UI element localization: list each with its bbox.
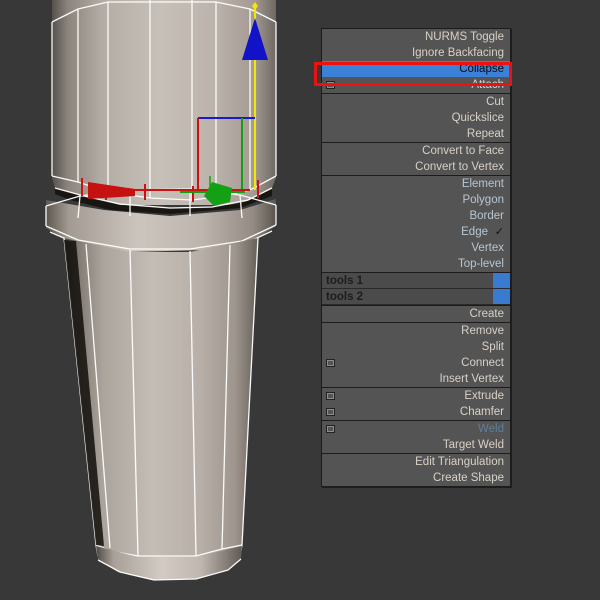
option-box-icon[interactable] (326, 425, 335, 433)
menu-item-element[interactable]: Element (322, 176, 510, 192)
menu-item-polygon[interactable]: Polygon (322, 192, 510, 208)
group-cut: Cut Quickslice Repeat (322, 94, 510, 143)
menu-item-split[interactable]: Split (322, 339, 510, 355)
menu-item-extrude[interactable]: Extrude (322, 388, 510, 404)
tool-row-color-swatch[interactable] (493, 273, 510, 288)
menu-item-attach[interactable]: Attach (322, 77, 510, 93)
menu-item-repeat[interactable]: Repeat (322, 126, 510, 142)
screenshot-root: NURMS Toggle Ignore Backfacing Collapse Att… (0, 0, 600, 600)
menu-item-label: Connect (461, 357, 504, 369)
option-box-icon[interactable] (326, 408, 335, 416)
menu-item-convert-to-face[interactable]: Convert to Face (322, 143, 510, 159)
menu-item-convert-to-vertex[interactable]: Convert to Vertex (322, 159, 510, 175)
menu-item-label: Insert Vertex (439, 373, 504, 385)
menu-item-label: Create Shape (433, 472, 504, 484)
tool-row-color-swatch[interactable] (493, 289, 510, 304)
menu-item-label: Top-level (457, 258, 504, 270)
menu-item-label: Weld (478, 423, 504, 435)
menu-item-create[interactable]: Create (322, 306, 510, 322)
tool-shortcut-rows: tools 1 tools 2 (322, 273, 510, 306)
tool-row-tools-1[interactable]: tools 1 (322, 273, 510, 289)
menu-item-connect[interactable]: Connect (322, 355, 510, 371)
menu-item-vertex[interactable]: Vertex (322, 240, 510, 256)
model-lower-body (63, 237, 259, 581)
menu-item-target-weld[interactable]: Target Weld (322, 437, 510, 453)
menu-item-chamfer[interactable]: Chamfer (322, 404, 510, 420)
menu-item-label: Edge (461, 226, 488, 238)
menu-item-edge[interactable]: Edge ✓ (322, 224, 510, 240)
menu-item-top-level[interactable]: Top-level (322, 256, 510, 272)
menu-item-label: Ignore Backfacing (411, 47, 504, 59)
menu-item-remove[interactable]: Remove (322, 323, 510, 339)
group-edge-ops: Remove Split Connect Insert Vertex (322, 323, 510, 388)
menu-item-label: NURMS Toggle (424, 31, 504, 43)
menu-item-label: Extrude (464, 390, 504, 402)
menu-item-label: Border (469, 210, 504, 222)
menu-item-weld: Weld (322, 421, 510, 437)
menu-item-quickslice[interactable]: Quickslice (322, 110, 510, 126)
group-convert: Convert to Face Convert to Vertex (322, 143, 510, 176)
check-icon: ✓ (494, 226, 504, 238)
menu-item-label: Create (469, 308, 504, 320)
tool-row-label: tools 2 (326, 291, 364, 303)
menu-item-label: Chamfer (459, 406, 504, 418)
group-extrude: Extrude Chamfer (322, 388, 510, 421)
menu-item-label: Cut (486, 96, 504, 108)
option-box-icon[interactable] (326, 392, 335, 400)
menu-item-label: Collapse (459, 63, 504, 75)
menu-item-ignore-backfacing[interactable]: Ignore Backfacing (322, 45, 510, 61)
menu-item-label: Polygon (462, 194, 504, 206)
menu-item-collapse[interactable]: Collapse (322, 61, 510, 77)
menu-item-edit-triangulation[interactable]: Edit Triangulation (322, 454, 510, 470)
group-create: Create (322, 306, 510, 323)
menu-item-label: Quickslice (451, 112, 504, 124)
menu-item-label: Split (481, 341, 504, 353)
menu-item-label: Target Weld (442, 439, 504, 451)
menu-item-label: Element (461, 178, 504, 190)
menu-item-label: Attach (471, 79, 504, 91)
menu-item-create-shape[interactable]: Create Shape (322, 470, 510, 486)
menu-item-border[interactable]: Border (322, 208, 510, 224)
group-shape: Edit Triangulation Create Shape (322, 454, 510, 486)
quad-menu[interactable]: NURMS Toggle Ignore Backfacing Collapse Att… (321, 28, 511, 487)
menu-item-label: Repeat (466, 128, 504, 140)
menu-item-insert-vertex[interactable]: Insert Vertex (322, 371, 510, 387)
menu-item-label: Remove (461, 325, 504, 337)
menu-item-label: Convert to Face (422, 145, 504, 157)
tool-row-label: tools 1 (326, 275, 364, 287)
menu-item-cut[interactable]: Cut (322, 94, 510, 110)
group-subobject: Element Polygon Border Edge ✓ Vertex Top-level (322, 176, 510, 273)
option-box-icon[interactable] (326, 359, 335, 367)
option-box-icon[interactable] (326, 81, 335, 89)
group-edit: NURMS Toggle Ignore Backfacing Collapse Att… (322, 29, 510, 94)
menu-item-label: Convert to Vertex (415, 161, 504, 173)
menu-item-nurms-toggle[interactable]: NURMS Toggle (322, 29, 510, 45)
group-weld: Weld Target Weld (322, 421, 510, 454)
menu-item-label: Edit Triangulation (415, 456, 504, 468)
tool-row-tools-2[interactable]: tools 2 (322, 289, 510, 305)
menu-item-label: Vertex (471, 242, 504, 254)
